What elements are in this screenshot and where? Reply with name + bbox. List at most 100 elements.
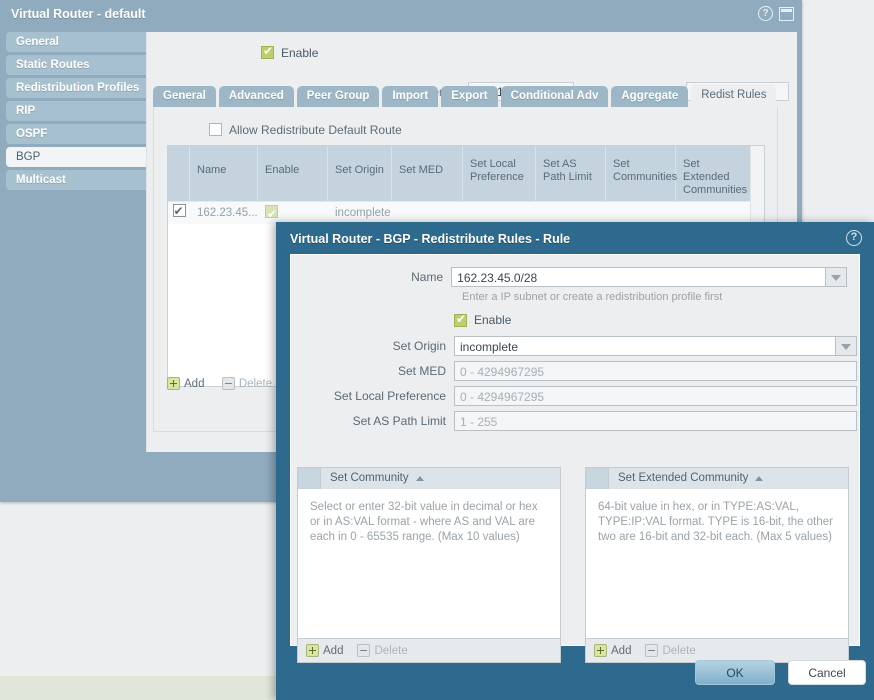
tab-advanced[interactable]: Advanced: [218, 86, 294, 107]
set-community-panel: Set Community Select or enter 32-bit val…: [297, 467, 561, 663]
set-origin-label: Set Origin: [392, 339, 446, 353]
help-icon[interactable]: ?: [846, 230, 862, 246]
tab-export[interactable]: Export: [441, 86, 498, 107]
sidebar-item-general[interactable]: General: [6, 32, 146, 52]
sidebar-item-rip[interactable]: RIP: [6, 101, 146, 121]
tab-peer-group[interactable]: Peer Group: [296, 86, 380, 107]
cell-set-origin: incomplete: [335, 207, 391, 219]
dialog-body: Name 162.23.45.0/28 Enter a IP subnet or…: [290, 254, 860, 663]
set-community-hint: Select or enter 32-bit value in decimal …: [310, 501, 538, 543]
set-community-select-column: [298, 468, 321, 489]
cell-set-communities: [606, 202, 676, 224]
enable-label: Enable: [474, 313, 512, 327]
set-extended-community-body[interactable]: 64-bit value in hex, or in TYPE:AS:VAL, …: [586, 489, 848, 639]
sort-ascending-icon: [415, 476, 424, 481]
set-community-title: Set Community: [330, 472, 409, 484]
bgp-enable-row: Enable: [261, 44, 319, 60]
cell-set-as-path-limit: [536, 202, 606, 224]
cell-set-extended-communities: [676, 202, 752, 224]
delete-button-label: Delete: [238, 377, 273, 390]
tab-conditional-adv[interactable]: Conditional Adv: [500, 86, 609, 107]
set-as-path-limit-row: Set AS Path Limit 1 - 255: [291, 411, 857, 431]
table-header-select: [168, 146, 190, 201]
tab-aggregate[interactable]: Aggregate: [611, 86, 689, 107]
bgp-enable-checkbox[interactable]: [261, 44, 274, 59]
set-extended-community-header: Set Extended Community: [586, 468, 848, 490]
set-origin-dropdown-arrow[interactable]: [836, 336, 857, 356]
sidebar-item-static-routes[interactable]: Static Routes: [6, 55, 146, 75]
cell-set-local-preference: [463, 202, 536, 224]
set-origin-input[interactable]: incomplete: [454, 336, 836, 356]
set-extended-community-title: Set Extended Community: [618, 472, 749, 484]
name-dropdown-arrow[interactable]: [826, 267, 848, 287]
row-select-checkbox[interactable]: [172, 201, 186, 221]
name-hint: Enter a IP subnet or create a redistribu…: [462, 291, 723, 303]
minimize-icon[interactable]: [779, 6, 794, 21]
table-header-set-communities[interactable]: Set Communities: [606, 146, 677, 201]
ok-button[interactable]: OK: [695, 660, 775, 685]
set-extended-community-select-column: [586, 468, 609, 489]
cell-name: 162.23.45...: [197, 207, 258, 219]
sidebar-item-bgp[interactable]: BGP: [6, 147, 146, 167]
table-header-row: Name Enable Set Origin Set MED Set Local…: [168, 146, 764, 201]
set-local-preference-row: Set Local Preference 0 - 4294967295: [291, 386, 857, 406]
set-med-input[interactable]: 0 - 4294967295: [454, 361, 857, 381]
set-community-title-cell[interactable]: Set Community: [321, 468, 560, 489]
set-extended-community-panel: Set Extended Community 64-bit value in h…: [585, 467, 849, 663]
virtual-router-titlebar: Virtual Router - default ?: [0, 0, 802, 30]
row-select-checkbox-cell[interactable]: [168, 201, 190, 224]
redistribute-rule-dialog: Virtual Router - BGP - Redistribute Rule…: [276, 222, 874, 700]
help-icon[interactable]: ?: [758, 6, 773, 21]
page-title: Virtual Router - default: [11, 7, 146, 21]
cell-enable: [258, 202, 328, 225]
enable-row: Enable: [454, 312, 512, 327]
sidebar-item-multicast[interactable]: Multicast: [6, 170, 146, 190]
bgp-tabstrip: General Advanced Peer Group Import Expor…: [153, 84, 779, 107]
titlebar-buttons: ?: [758, 6, 794, 21]
set-community-body[interactable]: Select or enter 32-bit value in decimal …: [298, 489, 560, 639]
dialog-title: Virtual Router - BGP - Redistribute Rule…: [290, 232, 571, 246]
allow-default-route-checkbox[interactable]: [209, 123, 222, 136]
minus-icon: [221, 377, 235, 390]
set-local-preference-label: Set Local Preference: [333, 389, 446, 403]
allow-default-route-label: Allow Redistribute Default Route: [229, 123, 402, 137]
allow-default-route-row: Allow Redistribute Default Route: [209, 123, 402, 137]
set-med-label: Set MED: [397, 364, 446, 378]
sidebar-item-redistribution-profiles[interactable]: Redistribution Profiles: [6, 78, 146, 98]
add-button[interactable]: Add: [167, 377, 204, 390]
tab-import[interactable]: Import: [382, 86, 439, 107]
set-med-row: Set MED 0 - 4294967295: [291, 361, 857, 381]
dialog-footer: OK Cancel: [276, 646, 874, 700]
sidebar-item-ospf[interactable]: OSPF: [6, 124, 146, 144]
enable-checkbox[interactable]: [454, 312, 467, 327]
bgp-enable-label: Enable: [281, 46, 319, 60]
set-origin-row: Set Origin incomplete: [291, 336, 857, 356]
tab-redist-rules[interactable]: Redist Rules: [691, 84, 777, 107]
set-community-header: Set Community: [298, 468, 560, 490]
set-local-preference-input[interactable]: 0 - 4294967295: [454, 386, 857, 406]
cell-set-med: [392, 202, 463, 224]
sort-ascending-icon: [755, 476, 764, 481]
table-header-set-med[interactable]: Set MED: [392, 146, 463, 201]
delete-button[interactable]: Delete: [221, 377, 273, 390]
set-as-path-limit-label: Set AS Path Limit: [352, 414, 446, 428]
table-header-name[interactable]: Name: [190, 146, 258, 201]
add-button-label: Add: [184, 377, 205, 390]
name-row: Name 162.23.45.0/28: [291, 267, 848, 287]
table-header-enable[interactable]: Enable: [258, 146, 328, 201]
table-header-set-as-path-limit[interactable]: Set AS Path Limit: [536, 146, 606, 201]
set-as-path-limit-input[interactable]: 1 - 255: [454, 411, 857, 431]
set-extended-community-title-cell[interactable]: Set Extended Community: [609, 468, 848, 489]
sidebar: General Static Routes Redistribution Pro…: [0, 32, 146, 500]
table-header-set-origin[interactable]: Set Origin: [328, 146, 392, 201]
name-input[interactable]: 162.23.45.0/28: [451, 267, 827, 287]
table-header-set-extended-communities[interactable]: Set Extended Communities: [676, 146, 752, 201]
name-label: Name: [411, 270, 444, 284]
set-extended-community-hint: 64-bit value in hex, or in TYPE:AS:VAL, …: [598, 501, 833, 543]
table-row[interactable]: 162.23.45... incomplete: [168, 201, 764, 225]
plus-icon: [167, 377, 180, 390]
tab-general[interactable]: General: [153, 86, 216, 107]
row-enable-checkbox: [265, 203, 278, 225]
table-header-set-local-preference[interactable]: Set Local Preference: [463, 146, 536, 201]
cancel-button[interactable]: Cancel: [788, 660, 866, 685]
